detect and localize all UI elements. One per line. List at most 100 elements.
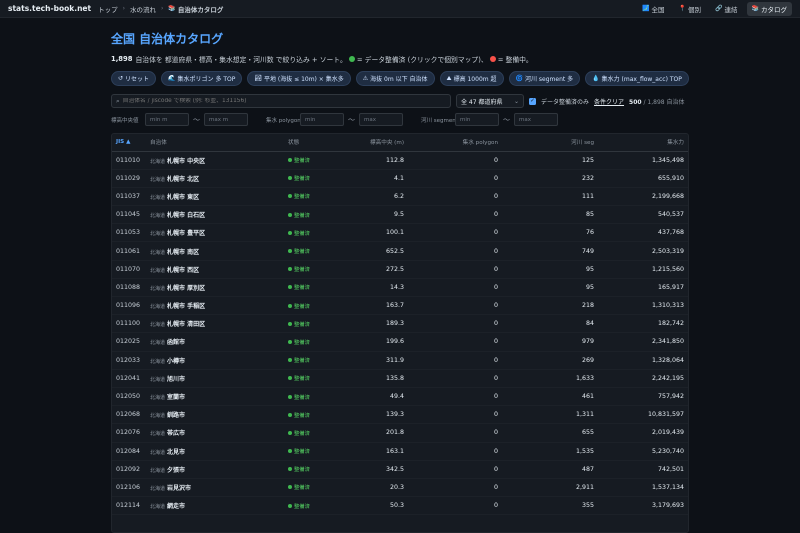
cell-municipality[interactable]: 北海道 札幌市 豊平区 [146, 223, 284, 243]
municipality-name[interactable]: 札幌市 白石区 [167, 212, 205, 219]
municipality-name[interactable]: 室蘭市 [167, 394, 185, 401]
preset-chip-4[interactable]: ⛰ 標高 1000m 超 [439, 71, 504, 86]
cell-municipality[interactable]: 北海道 北見市 [146, 442, 284, 461]
municipality-name[interactable]: 札幌市 手稲区 [167, 303, 205, 310]
catalog-table-container[interactable]: JIS ▲ 自治体 状態 標高中央 (m) 集水 polygon 河川 seg … [111, 133, 689, 533]
cell-municipality[interactable]: 北海道 室蘭市 [146, 387, 284, 407]
column-header-segment[interactable]: 河川 seg [502, 134, 598, 152]
municipality-name[interactable]: 北見市 [167, 449, 185, 456]
nav-link-3[interactable]: 📚 カタログ [746, 1, 792, 16]
only-ready-checkbox[interactable]: ✓ [529, 97, 536, 105]
table-row[interactable]: 011010 北海道 札幌市 中央区 整備済 112.8 0 125 1,345,498 [112, 151, 688, 170]
cell-municipality[interactable]: 北海道 小樽市 [146, 351, 284, 370]
municipality-name[interactable]: 札幌市 豊平区 [167, 230, 205, 237]
preset-chip-5[interactable]: 🌀 河川 segment 多 [508, 71, 581, 86]
table-row[interactable]: 011029 北海道 札幌市 北区 整備済 4.1 0 232 655,910 [112, 169, 688, 188]
municipality-name[interactable]: 札幌市 東区 [167, 194, 199, 201]
cell-municipality[interactable]: 北海道 札幌市 厚別区 [146, 278, 284, 298]
table-row[interactable]: 011070 北海道 札幌市 西区 整備済 272.5 0 95 1,215,560 [112, 260, 688, 279]
cell-municipality[interactable]: 北海道 函館市 [146, 332, 284, 352]
cell-municipality[interactable]: 北海道 夕張市 [146, 460, 284, 479]
municipality-name[interactable]: 札幌市 厚別区 [167, 285, 205, 292]
search-input[interactable] [122, 98, 446, 104]
range-min-input[interactable]: min [300, 113, 344, 126]
table-row[interactable]: 012041 北海道 旭川市 整備済 135.8 0 1,633 2,242,195 [112, 369, 688, 388]
municipality-name[interactable]: 夕張市 [167, 467, 185, 474]
column-header-name[interactable]: 自治体 [146, 134, 284, 152]
cell-municipality[interactable]: 北海道 札幌市 東区 [146, 187, 284, 207]
nav-link-2[interactable]: 🔗 連結 [710, 2, 742, 16]
municipality-name[interactable]: 札幌市 西区 [167, 267, 199, 274]
preset-chip-0[interactable]: ↺ リセット [111, 71, 157, 86]
preset-chip-3[interactable]: ⚠ 海抜 0m 以下 自治体 [355, 71, 435, 86]
table-row[interactable]: 011045 北海道 札幌市 白石区 整備済 9.5 0 85 540,537 [112, 205, 688, 225]
municipality-name[interactable]: 網走市 [167, 503, 185, 510]
column-header-elevation[interactable]: 標高中央 (m) [344, 134, 408, 152]
municipality-name[interactable]: 小樽市 [167, 358, 185, 365]
nav-link-0[interactable]: 🗾 全国 [637, 2, 669, 16]
cell-municipality[interactable]: 北海道 札幌市 清田区 [146, 314, 284, 334]
table-row[interactable]: 011053 北海道 札幌市 豊平区 整備済 100.1 0 76 437,768 [112, 223, 688, 243]
table-row[interactable]: 012092 北海道 夕張市 整備済 342.5 0 487 742,501 [112, 460, 688, 479]
table-row[interactable]: 012033 北海道 小樽市 整備済 311.9 0 269 1,328,064 [112, 351, 688, 370]
range-max-input[interactable]: max [359, 113, 403, 126]
nav-link-1[interactable]: 📍 個別 [674, 2, 706, 16]
municipality-name[interactable]: 札幌市 北区 [167, 176, 199, 183]
column-header-jis[interactable]: JIS ▲ [112, 134, 146, 152]
cell-flow: 2,019,439 [598, 423, 688, 443]
municipality-name[interactable]: 札幌市 中央区 [167, 158, 205, 165]
table-row[interactable]: 012084 北海道 北見市 整備済 163.1 0 1,535 5,230,740 [112, 442, 688, 461]
cell-elevation: 20.3 [344, 478, 408, 498]
range-min-input[interactable]: min m [145, 113, 189, 126]
status-dot-icon [288, 376, 292, 381]
cell-municipality[interactable]: 北海道 札幌市 手稲区 [146, 296, 284, 316]
municipality-name[interactable]: 函館市 [167, 339, 185, 346]
only-ready-label[interactable]: データ整備済のみ [541, 97, 589, 106]
table-row[interactable]: 012025 北海道 函館市 整備済 199.6 0 979 2,341,850 [112, 332, 688, 352]
municipality-name[interactable]: 帯広市 [167, 430, 185, 437]
breadcrumb-water-flow[interactable]: 水の流れ [130, 4, 156, 14]
cell-municipality[interactable]: 北海道 札幌市 白石区 [146, 205, 284, 225]
status-badge: 整備済 [288, 374, 340, 382]
breadcrumb-top[interactable]: トップ [98, 4, 118, 14]
cell-municipality[interactable]: 北海道 帯広市 [146, 423, 284, 443]
municipality-name[interactable]: 札幌市 南区 [167, 249, 199, 256]
preset-chip-1[interactable]: 🌊 集水ポリゴン 多 TOP [161, 71, 243, 86]
table-row[interactable]: 011100 北海道 札幌市 清田区 整備済 189.3 0 84 182,742 [112, 314, 688, 334]
cell-municipality[interactable]: 北海道 釧路市 [146, 405, 284, 425]
cell-municipality[interactable]: 北海道 札幌市 西区 [146, 260, 284, 279]
cell-municipality[interactable]: 北海道 札幌市 北区 [146, 169, 284, 188]
range-max-input[interactable]: max m [204, 113, 248, 126]
municipality-name[interactable]: 札幌市 清田区 [167, 321, 205, 328]
clear-filters-link[interactable]: 条件クリア [594, 97, 624, 106]
table-row[interactable]: 011037 北海道 札幌市 東区 整備済 6.2 0 111 2,199,668 [112, 187, 688, 207]
table-row[interactable]: 011096 北海道 札幌市 手稲区 整備済 163.7 0 218 1,310,313 [112, 296, 688, 316]
column-header-status[interactable]: 状態 [284, 134, 344, 152]
table-row[interactable]: 011061 北海道 札幌市 南区 整備済 652.5 0 749 2,503,319 [112, 241, 688, 261]
table-row[interactable]: 012106 北海道 岩見沢市 整備済 20.3 0 2,911 1,537,134 [112, 478, 688, 498]
prefecture-select[interactable]: 全 47 都道府県 ⌄ [456, 94, 524, 108]
municipality-name[interactable]: 岩見沢市 [167, 485, 191, 492]
range-max-input[interactable]: max [514, 113, 558, 126]
site-brand[interactable]: stats.tech-book.net [8, 4, 91, 13]
column-header-polygon[interactable]: 集水 polygon [408, 134, 502, 152]
table-row[interactable]: 011088 北海道 札幌市 厚別区 整備済 14.3 0 95 165,917 [112, 278, 688, 298]
cell-municipality[interactable]: 北海道 岩見沢市 [146, 478, 284, 498]
range-min-input[interactable]: min [455, 113, 499, 126]
cell-polygon: 0 [408, 496, 502, 516]
search-box[interactable]: ⌕ [111, 94, 451, 108]
cell-municipality[interactable]: 北海道 札幌市 南区 [146, 241, 284, 261]
table-row[interactable]: 012050 北海道 室蘭市 整備済 49.4 0 461 757,942 [112, 387, 688, 407]
cell-municipality[interactable]: 北海道 旭川市 [146, 369, 284, 388]
municipality-name[interactable]: 釧路市 [167, 412, 185, 419]
cell-municipality[interactable]: 北海道 網走市 [146, 496, 284, 516]
column-header-flow[interactable]: 集水力 [598, 134, 688, 152]
table-row[interactable]: 012114 北海道 網走市 整備済 50.3 0 355 3,179,693 [112, 496, 688, 516]
cell-municipality[interactable]: 北海道 札幌市 中央区 [146, 151, 284, 170]
preset-chip-6[interactable]: 💧 集水力 (max_flow_acc) TOP [585, 71, 689, 86]
table-row[interactable]: 012076 北海道 帯広市 整備済 201.8 0 655 2,019,439 [112, 423, 688, 443]
table-row[interactable]: 012068 北海道 釧路市 整備済 139.3 0 1,311 10,831,597 [112, 405, 688, 425]
preset-chip-2[interactable]: 🏞 平地 (海抜 ≤ 10m) × 集水多 [247, 71, 351, 86]
cell-polygon: 0 [408, 205, 502, 225]
municipality-name[interactable]: 旭川市 [167, 376, 185, 383]
